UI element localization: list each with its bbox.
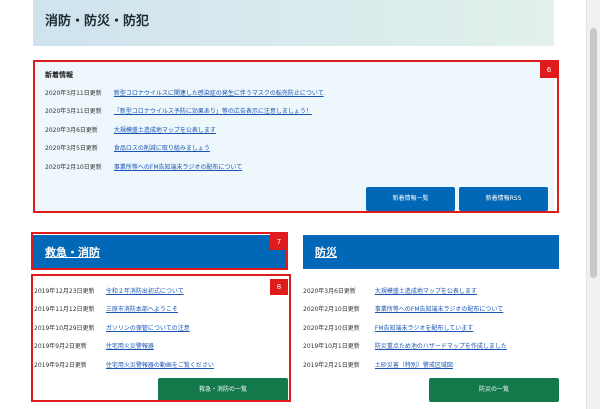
page-title: 消防・防災・防犯 [45, 14, 150, 29]
list-item-date: 2020年3月6日更新 [303, 288, 356, 295]
vertical-scrollbar[interactable] [586, 0, 600, 409]
list-item: 2019年2月21日更新 土砂災害（特別）警戒区域図 [303, 360, 559, 378]
list-item: 2020年2月10日更新 事業所等へのFM告知端末ラジオの配布について [303, 304, 559, 322]
bousai-list: 2020年3月6日更新 大規模盛土造成地マップを公表します 2020年2月10日… [303, 286, 559, 378]
page-header-banner: 消防・防災・防犯 [33, 0, 554, 46]
highlight-box-kyukyu-heading [31, 232, 288, 270]
list-item-date: 2019年2月21日更新 [303, 361, 360, 369]
list-item-date: 2020年2月10日更新 [303, 324, 360, 332]
list-item-date: 2020年2月10日更新 [303, 306, 360, 314]
bousai-heading-link[interactable]: 防災 [315, 244, 337, 260]
highlight-box-kyukyu-list [31, 274, 291, 402]
bousai-heading-bar: 防災 [303, 235, 559, 269]
highlight-badge-kyukyu-heading: 7 [270, 234, 288, 250]
list-item-link[interactable]: 事業所等へのFM告知端末ラジオの配布について [375, 306, 503, 313]
list-item: 2020年3月6日更新 大規模盛土造成地マップを公表します [303, 286, 559, 304]
list-item-link[interactable]: 防災重点ため池のハザードマップを作成しました [375, 343, 507, 350]
scrollbar-thumb[interactable] [590, 28, 597, 278]
list-item-link[interactable]: 土砂災害（特別）警戒区域図 [375, 362, 453, 369]
list-item-link[interactable]: FM告知端末ラジオを配布しています [375, 325, 473, 332]
highlight-badge-news: 6 [540, 62, 558, 78]
bousai-more-button[interactable]: 防災の一覧 [429, 378, 559, 402]
highlight-badge-kyukyu-list: 8 [270, 279, 288, 295]
list-item-date: 2019年10月1日更新 [303, 343, 360, 351]
list-item: 2020年2月10日更新 FM告知端末ラジオを配布しています [303, 323, 559, 341]
list-item-link[interactable]: 大規模盛土造成地マップを公表します [375, 288, 477, 295]
list-item: 2019年10月1日更新 防災重点ため池のハザードマップを作成しました [303, 341, 559, 359]
highlight-box-news [33, 60, 559, 213]
